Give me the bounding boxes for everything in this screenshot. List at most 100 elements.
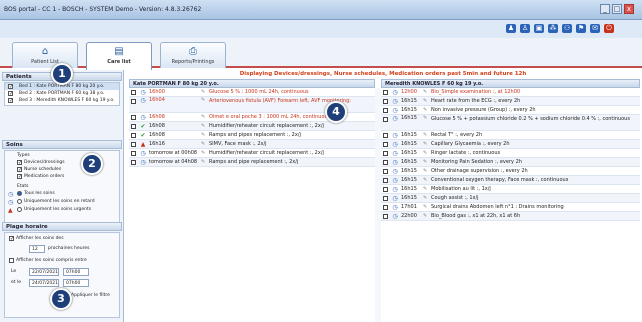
checkbox[interactable] <box>383 90 388 95</box>
pencil-icon[interactable]: ✎ <box>423 203 427 212</box>
checkbox[interactable] <box>383 99 388 104</box>
checkbox[interactable] <box>131 115 136 120</box>
checkbox[interactable] <box>131 142 136 147</box>
checkbox[interactable] <box>383 178 388 183</box>
monitor-icon[interactable]: ▣ <box>534 24 544 33</box>
checkbox[interactable] <box>383 187 388 192</box>
checkbox[interactable] <box>383 169 388 174</box>
checkbox[interactable] <box>131 99 136 104</box>
et-date-input[interactable]: 24/07/2021 <box>29 279 59 287</box>
checkbox[interactable] <box>383 151 388 156</box>
checkbox[interactable]: ✓ <box>17 160 22 166</box>
checkbox[interactable]: ✓ <box>8 98 13 104</box>
pencil-icon[interactable]: ✎ <box>201 140 205 149</box>
close-button[interactable]: x <box>624 4 634 14</box>
pencil-icon[interactable]: ✎ <box>423 106 427 115</box>
apply-filter-button[interactable]: Appliquer le filtre <box>71 293 110 298</box>
checkbox[interactable] <box>383 160 388 165</box>
checkbox[interactable] <box>383 196 388 201</box>
pencil-icon[interactable]: ✎ <box>201 122 205 131</box>
care-row[interactable]: ◷ 16h15 ✎ Cough assist :, 1x/j <box>381 194 640 203</box>
care-row[interactable]: ✔ 16h08 ✎ Ramps and pipes replacement :, 2x… <box>129 131 375 140</box>
network-icon[interactable]: ⁂ <box>548 24 558 33</box>
checkbox[interactable]: ✓ <box>17 167 22 173</box>
pencil-icon[interactable]: ✎ <box>201 131 205 140</box>
clock-icon: ◷ <box>140 89 146 96</box>
pencil-icon[interactable]: ✎ <box>423 167 427 176</box>
minimize-button[interactable]: _ <box>600 4 610 14</box>
checkbox[interactable]: ✓ <box>17 174 22 180</box>
exit-icon[interactable]: ⏻ <box>604 24 614 33</box>
care-row[interactable]: ◷ 12h00 ✎ Bio_Simple examination :, at 12h0… <box>381 88 640 97</box>
pencil-icon[interactable]: ✎ <box>423 131 427 140</box>
pencil-icon[interactable]: ✎ <box>423 185 427 194</box>
checkbox[interactable]: ✓ <box>9 236 14 242</box>
care-row[interactable]: ◷ tomorrow at 04h08 ✎ Ramps and pipe replac… <box>129 158 375 167</box>
checkbox[interactable] <box>383 214 388 219</box>
users-icon[interactable]: ⚇ <box>562 24 572 33</box>
care-row[interactable]: ◷ 22h00 ✎ Bio_Blood gas :, x1 at 22h, x1 at… <box>381 212 640 221</box>
le-time-input[interactable]: 07h00 <box>63 268 89 276</box>
radio-urgent[interactable] <box>17 207 22 212</box>
care-row[interactable]: ✔ 16h08 ✎ Humidifier/reheater circuit repla… <box>129 122 375 131</box>
checkbox[interactable] <box>131 124 136 129</box>
checkbox[interactable] <box>131 160 136 165</box>
tab-care-list[interactable]: ▤ Care list <box>86 42 152 70</box>
hours-input[interactable]: 12 <box>29 245 45 253</box>
radio-late[interactable] <box>17 199 22 204</box>
mail-icon[interactable]: ✉ <box>590 24 600 33</box>
maximize-button[interactable]: □ <box>612 4 622 14</box>
clock-icon: ◷ <box>392 204 398 211</box>
pencil-icon[interactable]: ✎ <box>423 88 427 97</box>
care-row[interactable]: ◷ 16h15 ✎ Other drainage supervision :, eve… <box>381 167 640 176</box>
care-row[interactable]: ▲ 16h16 ✎ SIMV, Face mask :, 2x/j <box>129 140 375 149</box>
patient-item[interactable]: ✓ Bed 2 : Kate PORTMAN F 60 kg 38 y.o. <box>5 90 119 97</box>
checkbox[interactable] <box>131 133 136 138</box>
people-icon[interactable]: ♟ <box>506 24 516 33</box>
care-row[interactable]: ◷ 17h01 ✎ Surgical drains Abdomen left n°1 … <box>381 203 640 212</box>
patient-item[interactable]: ✓ Bed 3 : Meredith KNOWLES F 60 kg 19 y.o… <box>5 97 119 104</box>
person-icon[interactable]: ♙ <box>520 24 530 33</box>
pencil-icon[interactable]: ✎ <box>423 149 427 158</box>
checkbox[interactable] <box>383 108 388 113</box>
care-row[interactable]: ◷ tomorrow at 00h08 ✎ Humidifier/reheater c… <box>129 149 375 158</box>
care-time: 17h01 <box>401 204 417 210</box>
care-row[interactable]: ◷ 16h15 ✎ Mobilisation au lit :, 1x/j <box>381 185 640 194</box>
pencil-icon[interactable]: ✎ <box>201 149 205 158</box>
tab-reports-printings[interactable]: ⎙ Reports/Printings <box>160 42 226 68</box>
care-row[interactable]: ◷ 16h00 ✎ Glucose 5 % : 1000 mL 24h, contin… <box>129 88 375 97</box>
pencil-icon[interactable]: ✎ <box>201 113 205 122</box>
pencil-icon[interactable]: ✎ <box>423 115 427 122</box>
pencil-icon[interactable]: ✎ <box>201 97 205 104</box>
checkbox[interactable]: ✓ <box>8 91 13 97</box>
care-row[interactable]: ◷ 16h15 ✎ Capillary Glycaemia :, every 2h <box>381 140 640 149</box>
care-row[interactable]: ◷ 16h15 ✎ Heart rate from the ECG :, every … <box>381 97 640 106</box>
radio-all[interactable] <box>17 191 22 196</box>
checkbox[interactable] <box>383 142 388 147</box>
checkbox[interactable] <box>9 258 14 263</box>
pencil-icon[interactable]: ✎ <box>423 158 427 167</box>
pencil-icon[interactable]: ✎ <box>423 97 427 106</box>
pencil-icon[interactable]: ✎ <box>423 194 427 203</box>
care-row[interactable]: ◷ 16h15 ✎ Conventional oxygen therapy, Face… <box>381 176 640 185</box>
care-row[interactable]: ◷ 16h15 ✎ Rectal T° :, every 2h <box>381 131 640 140</box>
care-row[interactable]: ◷ 16h15 ✎ Glucose 5 % + potassium chloride … <box>381 115 640 131</box>
pencil-icon[interactable]: ✎ <box>201 158 205 167</box>
checkbox[interactable] <box>383 133 388 138</box>
checkbox[interactable] <box>131 90 136 95</box>
et-time-input[interactable]: 07h00 <box>63 279 89 287</box>
checkbox[interactable] <box>383 205 388 210</box>
flag-icon[interactable]: ⚑ <box>576 24 586 33</box>
care-row[interactable]: ◷ 16h15 ✎ Non invasive pressure (Group) :, … <box>381 106 640 115</box>
care-row[interactable]: ◷ 16h15 ✎ Ringer lactate :, continuous <box>381 149 640 158</box>
type-label: Medication orders <box>24 174 65 179</box>
checkbox[interactable]: ✓ <box>8 84 13 90</box>
pencil-icon[interactable]: ✎ <box>201 88 205 97</box>
pencil-icon[interactable]: ✎ <box>423 212 427 221</box>
care-row[interactable]: ◷ 16h15 ✎ Monitoring Pain Sedation :, every… <box>381 158 640 167</box>
checkbox[interactable] <box>383 117 388 122</box>
pencil-icon[interactable]: ✎ <box>423 176 427 185</box>
pencil-icon[interactable]: ✎ <box>423 140 427 149</box>
le-date-input[interactable]: 22/07/2021 <box>29 268 59 276</box>
checkbox[interactable] <box>131 151 136 156</box>
